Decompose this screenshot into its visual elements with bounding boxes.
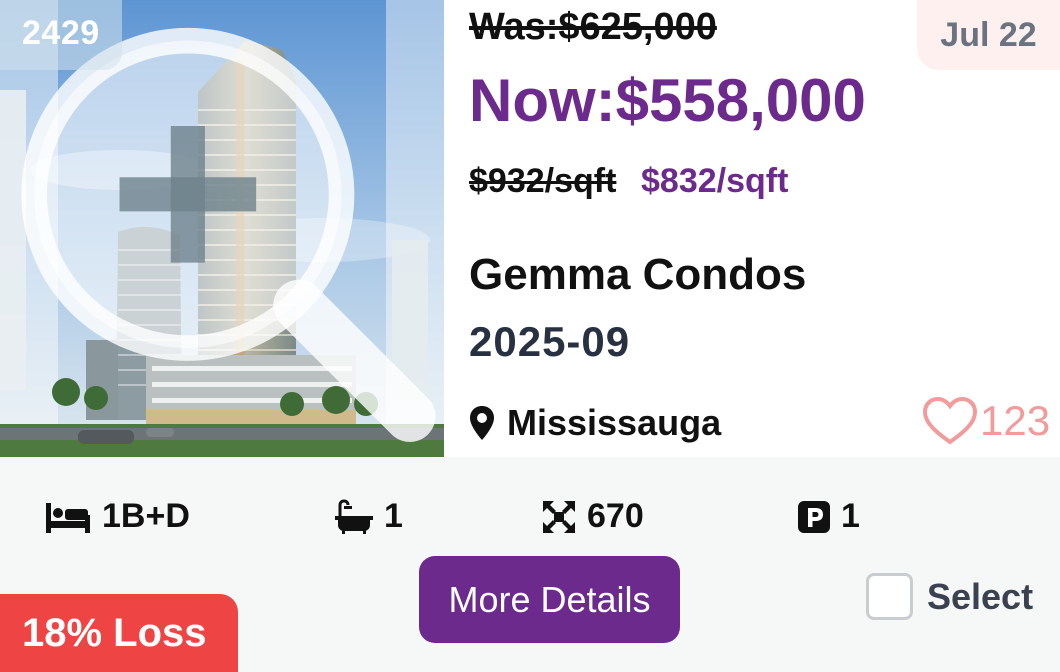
listing-id-badge: 2429	[0, 0, 122, 70]
heart-outline-icon[interactable]	[922, 396, 978, 446]
bed-icon	[46, 502, 90, 533]
parking-icon	[798, 500, 830, 533]
more-details-button[interactable]: More Details	[419, 556, 680, 643]
location-label: Mississauga	[507, 402, 722, 443]
likes-count: 123	[980, 397, 1051, 444]
old-price-per-sqft: $932/sqft	[469, 162, 617, 200]
location: Mississauga	[469, 402, 721, 444]
select-label: Select	[927, 575, 1034, 617]
listing-card: 2429 Was:$625,000 Now:$558,000 $932/sqft…	[0, 0, 1060, 672]
spec-parking: 1	[797, 497, 860, 536]
date-badge: Jul 22	[917, 0, 1060, 70]
baths-value: 1	[384, 497, 403, 535]
new-price-per-sqft: $832/sqft	[641, 162, 789, 200]
occupancy-date: 2025-09	[469, 318, 631, 365]
spec-beds: 1B+D	[44, 497, 190, 536]
listing-photo[interactable]: 2429	[0, 0, 444, 457]
beds-value: 1B+D	[102, 497, 190, 535]
loss-badge: 18% Loss	[0, 594, 238, 672]
spec-size: 670	[541, 497, 644, 536]
select-checkbox[interactable]	[866, 573, 913, 620]
likes[interactable]: 123	[922, 396, 1050, 446]
now-price: Now:$558,000	[469, 67, 866, 134]
select-toggle[interactable]: Select	[866, 573, 1033, 620]
spec-baths: 1	[334, 497, 403, 536]
parking-value: 1	[841, 497, 860, 535]
expand-arrows-icon	[543, 500, 575, 533]
project-name[interactable]: Gemma Condos	[469, 250, 806, 300]
was-price: Was:$625,000	[469, 6, 717, 48]
map-pin-icon	[470, 406, 494, 440]
bathtub-icon	[335, 498, 373, 534]
size-value: 670	[587, 497, 644, 535]
